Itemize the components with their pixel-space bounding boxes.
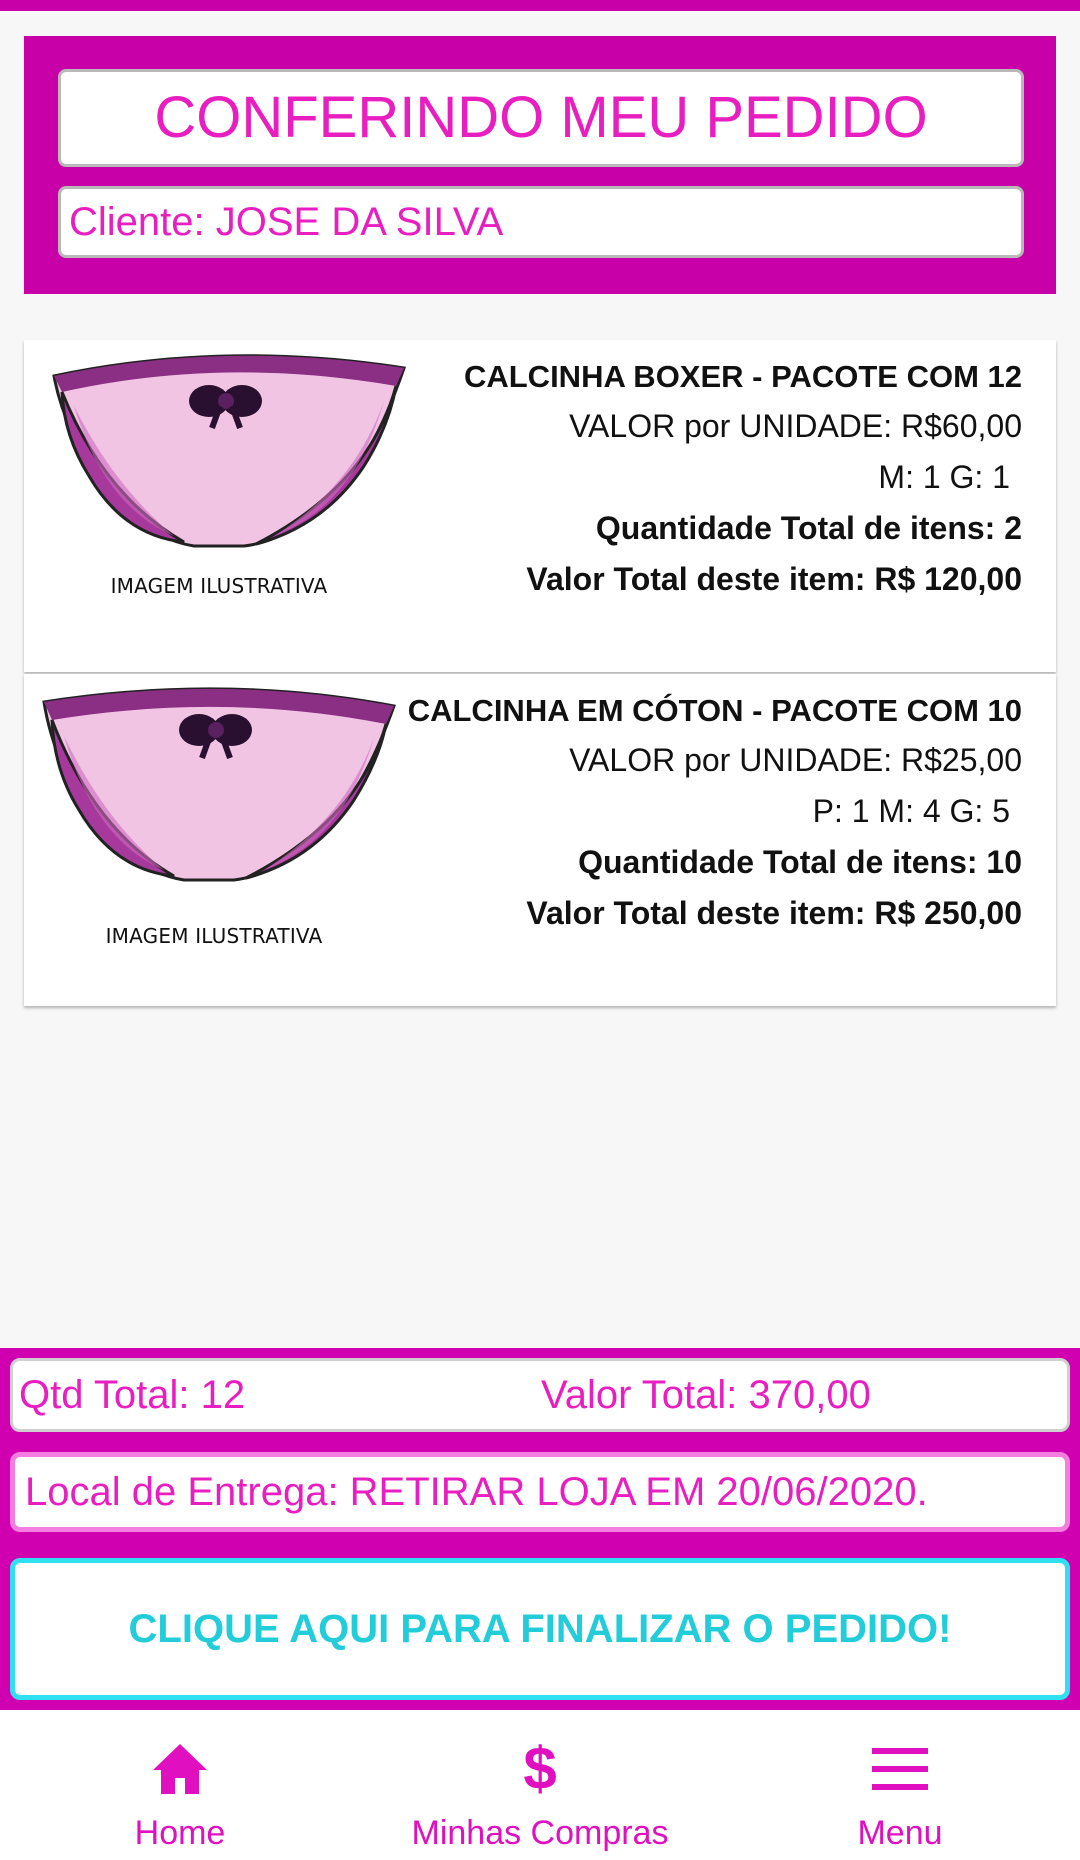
item-name: CALCINHA EM CÓTON - PACOTE COM 10 (407, 693, 1022, 728)
finish-order-button[interactable]: CLIQUE AQUI PARA FINALIZAR O PEDIDO! (10, 1558, 1070, 1700)
nav-home[interactable]: Home (30, 1710, 330, 1860)
item-details: CALCINHA EM CÓTON - PACOTE COM 10 VALOR … (382, 688, 1022, 939)
item-sizes: P: 1 M: 4 G: 5 (812, 793, 1010, 829)
item-name: CALCINHA BOXER - PACOTE COM 12 (463, 359, 1022, 394)
nav-minhas-compras[interactable]: $ Minhas Compras (390, 1710, 690, 1860)
item-unit-price: VALOR por UNIDADE: R$60,00 (569, 408, 1022, 444)
hamburger-menu-icon (750, 1738, 1050, 1800)
nav-home-label: Home (134, 1814, 226, 1852)
nav-menu-label: Menu (857, 1814, 943, 1852)
product-image: IMAGEM ILUSTRATIVA (34, 346, 414, 606)
product-image: IMAGEM ILUSTRATIVA (34, 680, 414, 948)
order-item-card[interactable]: IMAGEM ILUSTRATIVA CALCINHA BOXER - PACO… (24, 340, 1056, 672)
order-item-card[interactable]: IMAGEM ILUSTRATIVA CALCINHA EM CÓTON - P… (24, 674, 1056, 1006)
total-value: Valor Total: 370,00 (541, 1373, 871, 1417)
item-sizes: M: 1 G: 1 (878, 459, 1010, 495)
panties-illustration (42, 687, 397, 882)
image-caption: IMAGEM ILUSTRATIVA (105, 924, 323, 948)
item-total-qty: Quantidade Total de itens: 10 (578, 844, 1022, 880)
item-total-value: Valor Total deste item: R$ 250,00 (526, 895, 1022, 931)
panties-illustration (52, 354, 406, 548)
client-name-field: Cliente: JOSE DA SILVA (58, 186, 1024, 258)
item-unit-price: VALOR por UNIDADE: R$25,00 (569, 742, 1022, 778)
totals-field: Qtd Total: 12 Valor Total: 370,00 (10, 1358, 1070, 1432)
page-title: CONFERINDO MEU PEDIDO (58, 69, 1024, 167)
item-total-qty: Quantidade Total de itens: 2 (595, 510, 1022, 546)
top-accent-strip (0, 0, 1080, 11)
item-details: CALCINHA BOXER - PACOTE COM 12 VALOR por… (382, 354, 1022, 605)
home-icon (30, 1738, 330, 1800)
order-header: CONFERINDO MEU PEDIDO Cliente: JOSE DA S… (24, 36, 1056, 294)
total-quantity: Qtd Total: 12 (19, 1373, 246, 1417)
nav-menu[interactable]: Menu (750, 1710, 1050, 1860)
delivery-location-field[interactable]: Local de Entrega: RETIRAR LOJA EM 20/06/… (10, 1452, 1070, 1532)
item-total-value: Valor Total deste item: R$ 120,00 (526, 561, 1022, 597)
bottom-navigation: Home $ Minhas Compras Menu (0, 1710, 1080, 1860)
image-caption: IMAGEM ILUSTRATIVA (110, 574, 328, 598)
nav-compras-label: Minhas Compras (411, 1814, 669, 1852)
dollar-icon: $ (523, 1735, 557, 1802)
order-summary: Qtd Total: 12 Valor Total: 370,00 Local … (0, 1348, 1080, 1710)
